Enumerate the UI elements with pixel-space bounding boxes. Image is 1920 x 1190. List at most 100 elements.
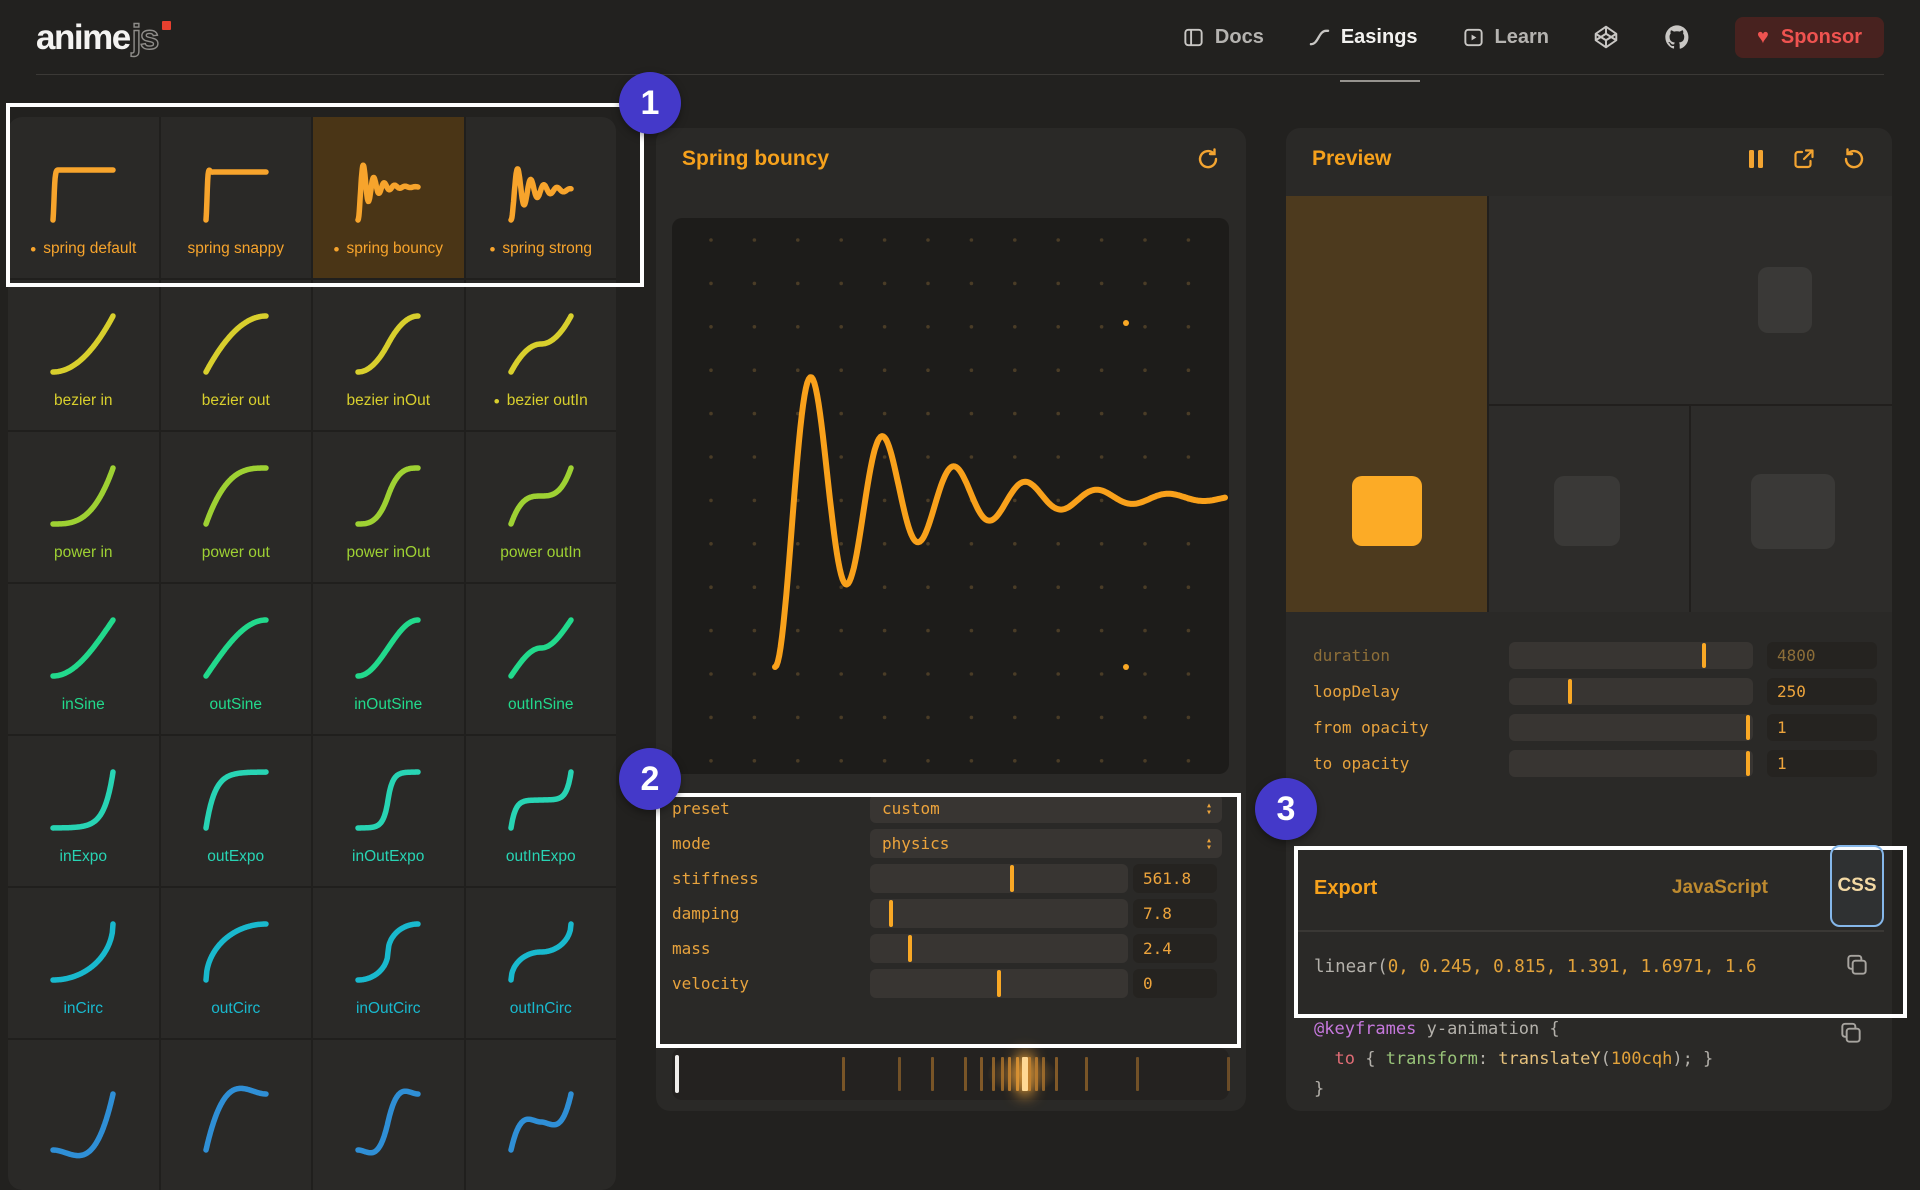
- preset-cell[interactable]: [8, 1040, 159, 1190]
- select-arrows-icon: ▴▾: [1206, 829, 1212, 858]
- animated-square: [1751, 474, 1835, 549]
- slider-thumb[interactable]: [1746, 751, 1750, 776]
- slider-thumb[interactable]: [1568, 679, 1572, 704]
- param-label: mass: [672, 939, 870, 958]
- annotation-badge-3: 3: [1255, 778, 1317, 840]
- preset-label: outSine: [209, 696, 262, 714]
- nav-item-docs[interactable]: Docs: [1182, 26, 1264, 49]
- preset-cell[interactable]: •spring default: [8, 117, 159, 278]
- param-label: preset: [672, 799, 870, 818]
- animejs-logo[interactable]: animejs: [36, 20, 171, 55]
- slider-thumb[interactable]: [1010, 865, 1014, 892]
- param-value[interactable]: 2.4: [1133, 934, 1217, 963]
- tab-css[interactable]: CSS: [1830, 845, 1884, 927]
- slider-value[interactable]: 250: [1767, 678, 1877, 705]
- tab-javascript[interactable]: JavaScript: [1672, 877, 1768, 899]
- slider-thumb[interactable]: [889, 900, 893, 927]
- timeline-tick: [842, 1057, 845, 1091]
- active-tab-underline: [1340, 80, 1420, 82]
- sponsor-button[interactable]: ♥ Sponsor: [1735, 17, 1884, 58]
- copy-icon[interactable]: [1844, 952, 1870, 983]
- preset-cell[interactable]: inOutExpo: [313, 736, 464, 886]
- param-slider-damping[interactable]: [870, 899, 1128, 928]
- heart-icon: ♥: [1757, 27, 1769, 47]
- preset-cell[interactable]: inOutSine: [313, 584, 464, 734]
- timeline-cursor[interactable]: [675, 1055, 679, 1093]
- codepen-icon[interactable]: [1593, 24, 1619, 50]
- slider-thumb[interactable]: [908, 935, 912, 962]
- preset-cell[interactable]: inCirc: [8, 888, 159, 1038]
- nav-item-learn[interactable]: Learn: [1462, 26, 1549, 49]
- preset-label: outExpo: [207, 848, 264, 866]
- preset-cell[interactable]: [161, 1040, 312, 1190]
- preset-label: bezier in: [54, 392, 113, 410]
- slider-value[interactable]: 1: [1767, 714, 1877, 741]
- param-label: damping: [672, 904, 870, 923]
- refresh-icon[interactable]: [1196, 147, 1220, 171]
- preset-cell[interactable]: bezier in: [8, 280, 159, 430]
- slider-to-opacity[interactable]: [1509, 750, 1753, 777]
- param-row: damping 7.8: [672, 899, 1230, 928]
- slider-from-opacity[interactable]: [1509, 714, 1753, 741]
- preset-cell[interactable]: bezier out: [161, 280, 312, 430]
- param-slider-mass[interactable]: [870, 934, 1128, 963]
- preset-cell[interactable]: outInExpo: [466, 736, 617, 886]
- preset-cell[interactable]: •bezier outIn: [466, 280, 617, 430]
- github-icon[interactable]: [1663, 23, 1691, 51]
- param-slider-stiffness[interactable]: [870, 864, 1128, 893]
- preset-cell[interactable]: •spring strong: [466, 117, 617, 278]
- param-row: velocity 0: [672, 969, 1230, 998]
- pause-icon[interactable]: [1746, 148, 1766, 170]
- param-label: velocity: [672, 974, 870, 993]
- preset-cell[interactable]: [313, 1040, 464, 1190]
- preset-cell[interactable]: power out: [161, 432, 312, 582]
- preset-cell[interactable]: power outIn: [466, 432, 617, 582]
- param-select-preset[interactable]: custom▴▾: [870, 794, 1222, 823]
- timeline-tick: [1227, 1057, 1230, 1091]
- slider-thumb[interactable]: [1702, 643, 1706, 668]
- preset-cell[interactable]: outInSine: [466, 584, 617, 734]
- animated-square: [1758, 267, 1812, 333]
- slider-value[interactable]: 4800: [1767, 642, 1877, 669]
- preset-cell[interactable]: inOutCirc: [313, 888, 464, 1038]
- replay-icon[interactable]: [1842, 147, 1866, 171]
- slider-value[interactable]: 1: [1767, 750, 1877, 777]
- easing-canvas[interactable]: [672, 218, 1229, 774]
- video-play-icon: [1462, 26, 1485, 49]
- preview-sliders: duration4800loopDelay250from opacity1to …: [1286, 642, 1892, 786]
- param-select-mode[interactable]: physics▴▾: [870, 829, 1222, 858]
- param-label: mode: [672, 834, 870, 853]
- preset-cell[interactable]: [466, 1040, 617, 1190]
- preset-label: inOutExpo: [352, 848, 424, 866]
- preset-label: •bezier outIn: [494, 392, 588, 410]
- slider-duration[interactable]: [1509, 642, 1753, 669]
- param-value[interactable]: 561.8: [1133, 864, 1217, 893]
- param-value[interactable]: 7.8: [1133, 899, 1217, 928]
- open-external-icon[interactable]: [1792, 147, 1816, 171]
- preset-cell[interactable]: bezier inOut: [313, 280, 464, 430]
- animated-square-active: [1352, 476, 1422, 546]
- preset-label: power inOut: [346, 544, 430, 562]
- preset-cell[interactable]: outCirc: [161, 888, 312, 1038]
- preset-cell[interactable]: outSine: [161, 584, 312, 734]
- slider-thumb[interactable]: [1746, 715, 1750, 740]
- nav-item-easings[interactable]: Easings: [1308, 26, 1418, 49]
- timeline-scrubber[interactable]: [672, 1048, 1229, 1100]
- preset-cell[interactable]: outExpo: [161, 736, 312, 886]
- copy-icon[interactable]: [1838, 1020, 1864, 1051]
- preset-cell[interactable]: spring snappy: [161, 117, 312, 278]
- preset-cell[interactable]: outInCirc: [466, 888, 617, 1038]
- slider-loopDelay[interactable]: [1509, 678, 1753, 705]
- preset-cell[interactable]: inSine: [8, 584, 159, 734]
- preset-cell[interactable]: inExpo: [8, 736, 159, 886]
- preset-cell-selected[interactable]: •spring bouncy: [313, 117, 464, 278]
- param-value[interactable]: 0: [1133, 969, 1217, 998]
- preview-header: Preview: [1286, 128, 1892, 190]
- slider-thumb[interactable]: [997, 970, 1001, 997]
- preset-cell[interactable]: power in: [8, 432, 159, 582]
- param-slider-velocity[interactable]: [870, 969, 1128, 998]
- animated-square: [1554, 476, 1620, 546]
- preview-stage: [1286, 196, 1892, 612]
- preset-cell[interactable]: power inOut: [313, 432, 464, 582]
- logo-suffix: js: [132, 20, 158, 55]
